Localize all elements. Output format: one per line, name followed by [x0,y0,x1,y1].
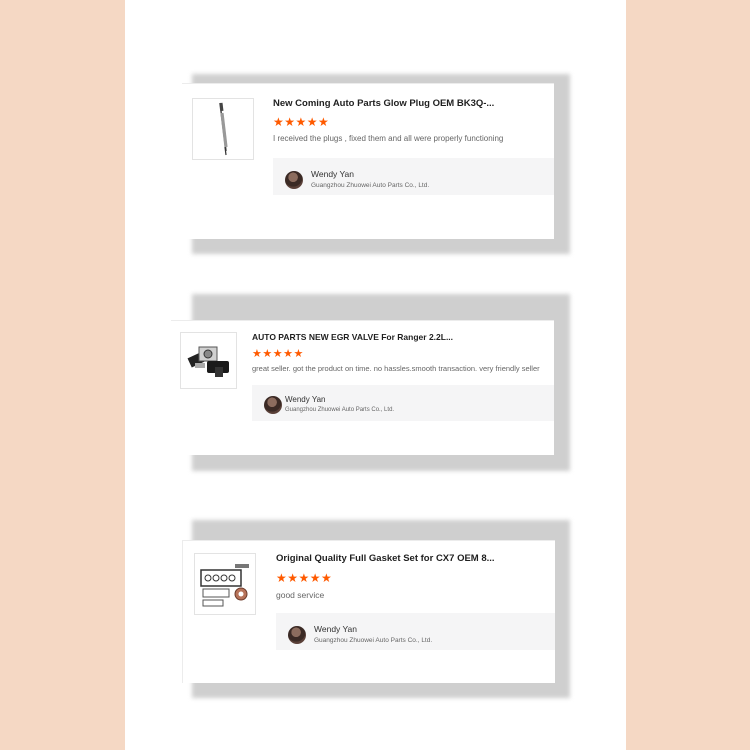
reviewer-company: Guangzhou Zhuowei Auto Parts Co., Ltd. [314,637,433,644]
star-rating: ★★★★★ [252,348,304,360]
avatar [285,171,303,189]
review-text: great seller. got the product on time. n… [252,364,540,373]
reviewer-name: Wendy Yan [311,169,355,179]
review-text: I received the plugs , fixed them and al… [273,134,504,143]
reviewer-box: Wendy Yan Guangzhou Zhuowei Auto Parts C… [276,613,555,650]
reviewer-company: Guangzhou Zhuowei Auto Parts Co., Ltd. [311,182,430,189]
glow-plug-icon [219,102,228,156]
product-thumbnail[interactable] [192,98,254,160]
product-title[interactable]: Original Quality Full Gasket Set for CX7… [276,553,495,564]
product-title[interactable]: New Coming Auto Parts Glow Plug OEM BK3Q… [273,98,494,109]
gasket-set-icon [200,564,249,607]
egr-valve-icon [187,346,229,377]
reviewer-company: Guangzhou Zhuowei Auto Parts Co., Ltd. [285,407,395,413]
reviewer-box: Wendy Yan Guangzhou Zhuowei Auto Parts C… [252,385,554,421]
review-text: good service [276,590,325,600]
product-thumbnail[interactable] [180,332,237,389]
review-card-body: Original Quality Full Gasket Set for CX7… [182,540,555,683]
avatar [288,626,306,644]
reviewer-box: Wendy Yan Guangzhou Zhuowei Auto Parts C… [273,158,554,195]
product-thumbnail[interactable] [194,553,256,615]
star-rating: ★★★★★ [273,115,330,129]
star-rating: ★★★★★ [276,571,333,585]
reviewer-name: Wendy Yan [285,395,326,404]
avatar [264,396,282,414]
review-card-body: New Coming Auto Parts Glow Plug OEM BK3Q… [182,83,554,239]
product-title[interactable]: AUTO PARTS NEW EGR VALVE For Ranger 2.2L… [252,332,453,342]
review-card-body: AUTO PARTS NEW EGR VALVE For Ranger 2.2L… [171,320,554,455]
reviewer-name: Wendy Yan [314,624,358,634]
